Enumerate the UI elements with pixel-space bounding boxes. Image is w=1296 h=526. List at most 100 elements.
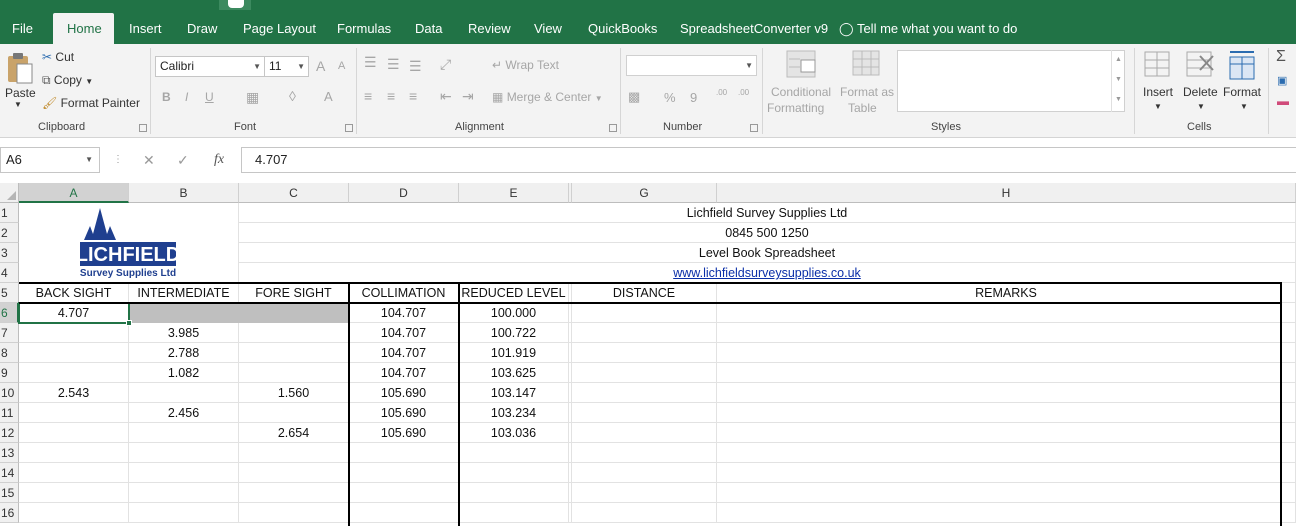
- decrease-indent-icon[interactable]: ⇤: [440, 88, 452, 105]
- table-cell-bs[interactable]: [19, 363, 129, 383]
- grid-cell[interactable]: [717, 343, 1296, 363]
- tab-insert[interactable]: Insert: [129, 13, 162, 44]
- table-cell-rl[interactable]: 103.625: [459, 363, 569, 383]
- format-painter-button[interactable]: 🖌 Format Painter: [42, 96, 140, 110]
- grid-cell[interactable]: [717, 323, 1296, 343]
- column-header-g[interactable]: G: [572, 183, 717, 203]
- row-header-5[interactable]: 5: [0, 283, 19, 303]
- table-cell-bs[interactable]: [19, 403, 129, 423]
- fill-handle[interactable]: [126, 320, 132, 326]
- align-left-icon[interactable]: ≡: [364, 88, 372, 104]
- header-website[interactable]: www.lichfieldsurveysupplies.co.uk: [239, 263, 1296, 283]
- table-cell-fs[interactable]: 2.654: [239, 423, 349, 443]
- column-header-e[interactable]: E: [459, 183, 569, 203]
- grid-cell[interactable]: [239, 463, 349, 483]
- fill-color-icon[interactable]: ◊: [289, 88, 296, 104]
- merge-center-button[interactable]: ▦ Merge & Center ▼: [492, 90, 603, 104]
- table-cell-is[interactable]: [129, 383, 239, 403]
- bold-button[interactable]: B: [162, 90, 171, 104]
- grid-cell[interactable]: [239, 483, 349, 503]
- grid-cell[interactable]: [129, 443, 239, 463]
- grid-cell[interactable]: [19, 443, 129, 463]
- grid-cell[interactable]: [572, 403, 717, 423]
- table-cell-is[interactable]: 2.456: [129, 403, 239, 423]
- grid-cell[interactable]: [129, 503, 239, 523]
- name-box[interactable]: A6 ▼: [0, 147, 100, 173]
- grid-cell[interactable]: [239, 443, 349, 463]
- column-header-h[interactable]: H: [717, 183, 1296, 203]
- table-cell-is[interactable]: 1.082: [129, 363, 239, 383]
- table-cell-rl[interactable]: 103.234: [459, 403, 569, 423]
- grid-cell[interactable]: [717, 443, 1296, 463]
- row-header-12[interactable]: 12: [0, 423, 19, 443]
- table-cell-fs[interactable]: [239, 403, 349, 423]
- paste-dropdown-icon[interactable]: ▼: [14, 100, 22, 109]
- worksheet-grid[interactable]: A B C D E G H 1 2 3 4 5 6 7 8 9 10 11 12 13 14 15 16 Lichfield …: [0, 183, 1296, 526]
- number-launcher-icon[interactable]: [750, 124, 758, 132]
- row-header-6[interactable]: 6: [0, 303, 19, 323]
- table-cell-rl[interactable]: 103.036: [459, 423, 569, 443]
- tab-quickbooks[interactable]: QuickBooks: [588, 13, 657, 44]
- tab-spreadsheetconverter[interactable]: SpreadsheetConverter v9: [680, 13, 828, 44]
- autosum-icon[interactable]: Σ: [1276, 48, 1286, 66]
- grid-cell[interactable]: [572, 363, 717, 383]
- table-cell-rl[interactable]: 100.722: [459, 323, 569, 343]
- grow-font-button[interactable]: A: [316, 58, 325, 74]
- tell-me-box[interactable]: ◯ Tell me what you want to do: [839, 13, 1017, 44]
- table-cell-is[interactable]: [129, 423, 239, 443]
- table-cell-fs[interactable]: [239, 363, 349, 383]
- font-color-button[interactable]: A: [324, 89, 333, 104]
- clipboard-launcher-icon[interactable]: [139, 124, 147, 132]
- grid-cell[interactable]: [459, 463, 569, 483]
- borders-icon[interactable]: ▦: [246, 89, 259, 106]
- row-header-13[interactable]: 13: [0, 443, 19, 463]
- grid-cell[interactable]: [19, 503, 129, 523]
- table-cell-col[interactable]: 104.707: [349, 343, 459, 363]
- font-name-combo[interactable]: Calibri ▼: [155, 56, 265, 77]
- percent-button[interactable]: %: [664, 90, 676, 105]
- conditional-formatting-button[interactable]: Conditional: [771, 85, 831, 99]
- grid-cell[interactable]: [572, 423, 717, 443]
- select-all-corner[interactable]: [0, 183, 19, 203]
- table-cell-is[interactable]: 2.788: [129, 343, 239, 363]
- table-cell-col[interactable]: 105.690: [349, 383, 459, 403]
- shrink-font-button[interactable]: A: [338, 60, 345, 72]
- table-cell-bs[interactable]: [19, 343, 129, 363]
- table-header-distance[interactable]: DISTANCE: [572, 283, 717, 303]
- orientation-icon[interactable]: ⤢: [440, 56, 451, 73]
- paste-button[interactable]: Paste: [5, 86, 36, 100]
- decrease-decimal-button[interactable]: .00: [738, 88, 749, 97]
- grid-cell[interactable]: [349, 503, 459, 523]
- tab-review[interactable]: Review: [468, 13, 511, 44]
- grid-cell[interactable]: [717, 383, 1296, 403]
- top-align-icon[interactable]: ☰: [364, 54, 377, 71]
- grid-cell[interactable]: [572, 303, 717, 323]
- formula-input[interactable]: 4.707: [241, 147, 1296, 173]
- table-cell-bs[interactable]: [19, 323, 129, 343]
- grid-cell[interactable]: [717, 423, 1296, 443]
- table-header-back-sight[interactable]: BACK SIGHT: [19, 283, 129, 303]
- grid-cell[interactable]: [717, 483, 1296, 503]
- table-header-collimation[interactable]: COLLIMATION: [349, 283, 459, 303]
- tab-view[interactable]: View: [534, 13, 562, 44]
- grid-cell[interactable]: [572, 463, 717, 483]
- table-header-intermediate[interactable]: INTERMEDIATE: [129, 283, 239, 303]
- bottom-align-icon[interactable]: ☰: [409, 58, 422, 75]
- cell-styles-gallery[interactable]: [897, 50, 1125, 112]
- insert-function-button[interactable]: fx: [214, 147, 224, 173]
- row-header-7[interactable]: 7: [0, 323, 19, 343]
- grid-cell[interactable]: [717, 363, 1296, 383]
- delete-button[interactable]: Delete: [1183, 85, 1218, 99]
- table-cell-rl[interactable]: 103.147: [459, 383, 569, 403]
- grid-cell[interactable]: [459, 483, 569, 503]
- row-header-15[interactable]: 15: [0, 483, 19, 503]
- row-header-3[interactable]: 3: [0, 243, 19, 263]
- fill-down-icon[interactable]: ▣: [1277, 74, 1287, 87]
- active-cell-a6[interactable]: [18, 302, 130, 324]
- table-cell-col[interactable]: 104.707: [349, 303, 459, 323]
- grid-cell[interactable]: [572, 503, 717, 523]
- underline-button[interactable]: U: [205, 90, 214, 104]
- font-size-combo[interactable]: 11 ▼: [264, 56, 309, 77]
- grid-cell[interactable]: [459, 503, 569, 523]
- tab-draw[interactable]: Draw: [187, 13, 217, 44]
